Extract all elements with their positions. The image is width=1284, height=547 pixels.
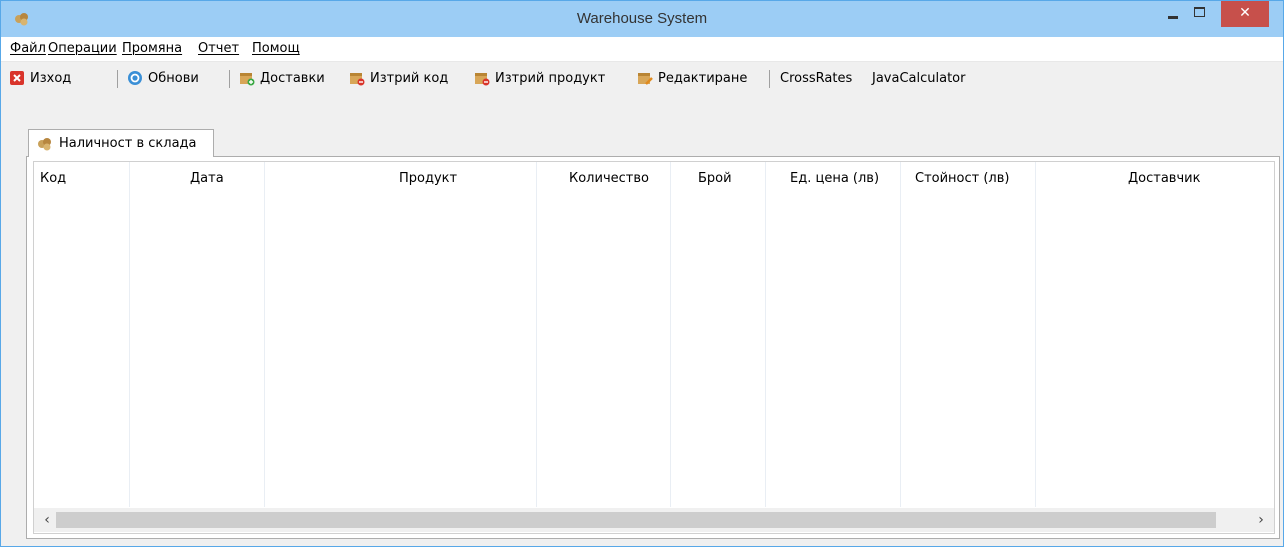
window-title: Warehouse System (576, 10, 708, 27)
scroll-right-arrow[interactable]: › (1252, 511, 1270, 529)
scroll-left-arrow[interactable]: ‹ (38, 511, 56, 529)
column-divider (129, 162, 130, 507)
crossrates-button[interactable]: CrossRates (780, 68, 852, 88)
menu-operations[interactable]: Операции (48, 41, 117, 56)
crossrates-label: CrossRates (780, 70, 853, 86)
toolbar-separator (229, 70, 230, 88)
javacalculator-button[interactable]: JavaCalculator (872, 68, 965, 88)
box-delete-icon (350, 73, 365, 86)
column-header-quantity[interactable]: Количество (569, 162, 649, 196)
refresh-icon (128, 71, 142, 85)
column-header-date[interactable]: Дата (190, 162, 224, 196)
javacalculator-label: JavaCalculator (872, 70, 966, 86)
delete-product-button[interactable]: Изтрий продукт (474, 68, 605, 88)
column-divider (536, 162, 537, 507)
scrollbar-thumb[interactable] (56, 512, 1216, 528)
column-header-unit-price[interactable]: Ед. цена (лв) (790, 162, 879, 196)
edit-button[interactable]: Редактиране (637, 68, 747, 88)
column-divider (900, 162, 901, 507)
column-header-value[interactable]: Стойност (лв) (915, 162, 1009, 196)
delete-code-button[interactable]: Изтрий код (349, 68, 448, 88)
delete-code-label: Изтрий код (370, 70, 449, 86)
menu-help[interactable]: Помощ (252, 41, 300, 56)
column-divider (670, 162, 671, 507)
toolbar-separator (117, 70, 118, 88)
menu-bar: Файл Операции Промяна Отчет Помощ (1, 37, 1283, 62)
column-divider (264, 162, 265, 507)
stock-table[interactable]: Код Дата Продукт Количество Брой Ед. цен… (33, 161, 1275, 534)
menu-file[interactable]: Файл (10, 41, 46, 56)
box-edit-icon (638, 73, 653, 85)
refresh-label: Обнови (148, 70, 199, 86)
deliveries-label: Доставки (260, 70, 325, 86)
refresh-button[interactable]: Обнови (127, 68, 199, 88)
column-header-code[interactable]: Код (40, 162, 66, 196)
close-button[interactable]: ✕ (1221, 1, 1269, 27)
menu-report[interactable]: Отчет (198, 41, 239, 56)
edit-label: Редактиране (658, 70, 748, 86)
title-bar[interactable]: Warehouse System ✕ (1, 1, 1283, 37)
menu-edit[interactable]: Промяна (122, 41, 182, 56)
toolbar-separator (769, 70, 770, 88)
table-header: Код Дата Продукт Количество Брой Ед. цен… (34, 162, 1274, 196)
column-header-supplier[interactable]: Доставчик (1128, 162, 1200, 196)
box-delete-icon (475, 73, 490, 86)
deliveries-button[interactable]: Доставки (239, 68, 325, 88)
tab-stock[interactable]: Наличност в склада (28, 129, 214, 157)
exit-button[interactable]: Изход (9, 68, 71, 88)
maximize-button[interactable] (1186, 1, 1214, 27)
minimize-button[interactable] (1158, 1, 1186, 27)
column-divider (765, 162, 766, 507)
app-window: Warehouse System ✕ Файл Операции Промяна… (0, 0, 1284, 547)
products-icon (38, 137, 51, 150)
tab-stock-label: Наличност в склада (59, 136, 197, 151)
toolbar: Изход Обнови Доставки Изтрий код Изтрий … (1, 62, 1283, 94)
column-header-count[interactable]: Брой (698, 162, 732, 196)
box-add-icon (240, 73, 255, 86)
horizontal-scrollbar[interactable]: ‹ › (34, 508, 1274, 532)
column-divider (1035, 162, 1036, 507)
red-x-icon (10, 71, 24, 85)
delete-product-label: Изтрий продукт (495, 70, 606, 86)
column-header-product[interactable]: Продукт (399, 162, 457, 196)
exit-label: Изход (30, 70, 72, 86)
